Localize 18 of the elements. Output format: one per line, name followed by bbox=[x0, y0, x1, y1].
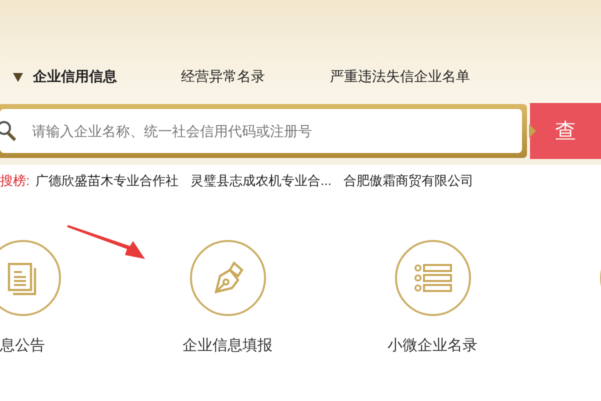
caret-icon bbox=[13, 72, 23, 82]
service-circle[interactable] bbox=[394, 240, 470, 316]
service-label[interactable]: 息公告 bbox=[0, 336, 45, 355]
tab[interactable]: 企业信用信息 bbox=[13, 68, 181, 86]
service-circle[interactable] bbox=[190, 240, 266, 316]
search-button[interactable]: 查 bbox=[530, 103, 601, 159]
search-icon bbox=[0, 120, 17, 142]
service-circle[interactable] bbox=[0, 240, 60, 316]
search-box[interactable]: 请输入企业名称、统一社会信用代码或注册号 bbox=[0, 109, 522, 153]
search-field[interactable]: 请输入企业名称、统一社会信用代码或注册号 bbox=[30, 122, 522, 140]
hot-search-label: 搜榜: bbox=[0, 172, 30, 190]
service-label[interactable]: 小微企业名录 bbox=[388, 336, 478, 355]
hot-search-link[interactable]: 广德欣盛苗木专业合作社 bbox=[36, 172, 179, 190]
hot-search-link[interactable]: 灵璧县志成农机专业合... bbox=[190, 172, 332, 190]
tab[interactable]: 严重违法失信企业名单 bbox=[330, 68, 470, 86]
tab[interactable]: 经营异常名录 bbox=[181, 68, 330, 86]
hot-search-link[interactable]: 合肥傲霜商贸有限公司 bbox=[343, 172, 474, 190]
service-label[interactable]: 企业信息填报 bbox=[182, 336, 272, 355]
